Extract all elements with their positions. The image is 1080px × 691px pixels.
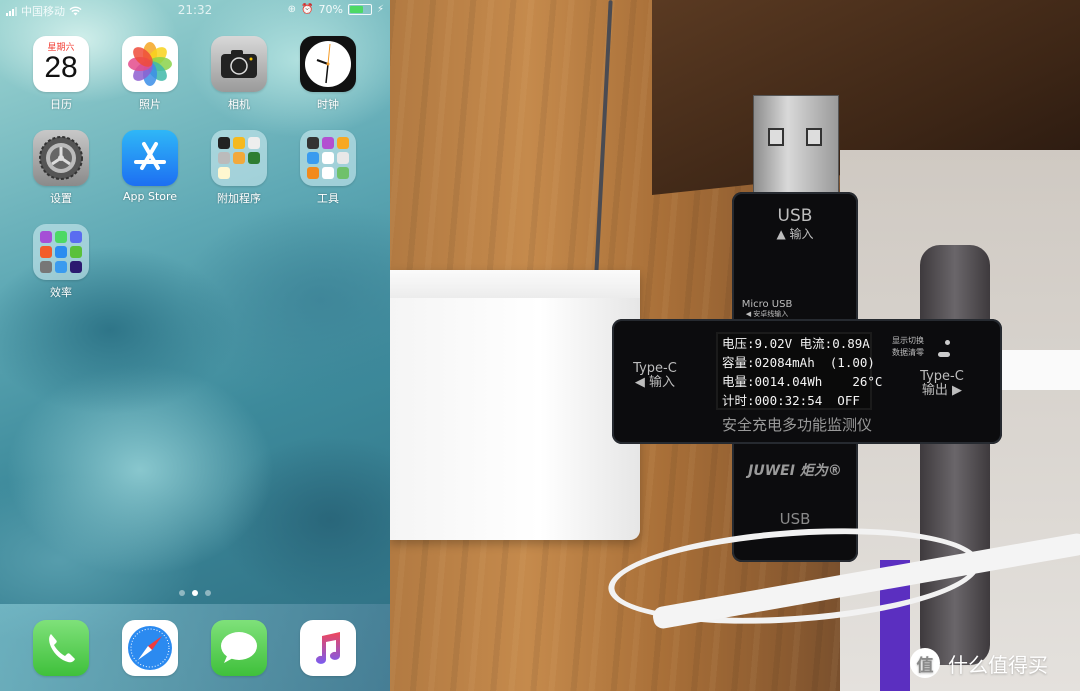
- battery-percent: 70%: [318, 3, 343, 16]
- charger-brick: [390, 270, 640, 540]
- photos-icon: [122, 36, 178, 92]
- folder-tools[interactable]: 工具: [293, 130, 363, 206]
- charging-icon: ⚡: [376, 4, 384, 15]
- orientation-lock-icon: ⊕: [287, 4, 297, 15]
- camera-icon: [211, 36, 267, 92]
- status-bar: 中国移动 21:32 ⊕ ⏰ 70% ⚡: [0, 0, 390, 20]
- settings-gear-icon: [33, 130, 89, 186]
- tester-lcd-screen: 电压:9.02V 电流:0.89A 容量:02084mAh (1.00) 电量:…: [716, 332, 883, 410]
- usb-output-label: USB: [779, 510, 811, 528]
- app-label: 工具: [317, 192, 339, 205]
- charger-top: [390, 270, 640, 298]
- calendar-day: 28: [44, 51, 78, 84]
- calendar-icon: 星期六 28: [33, 36, 89, 92]
- app-clock[interactable]: 时钟: [293, 36, 363, 112]
- type-c-input-label: Type-C ◀ 输入: [633, 361, 677, 390]
- app-label: 日历: [50, 98, 72, 111]
- alarm-icon: ⏰: [301, 4, 314, 15]
- usb-a-plug: [753, 95, 839, 197]
- app-calendar[interactable]: 星期六 28 日历: [26, 36, 96, 112]
- dock-safari[interactable]: [115, 620, 185, 676]
- folder-icon: [211, 130, 267, 186]
- dock-music[interactable]: [293, 620, 363, 676]
- folder-extras[interactable]: 附加程序: [204, 130, 274, 206]
- product-name: 安全充电多功能监测仪: [721, 416, 872, 434]
- app-label: 照片: [139, 98, 161, 111]
- app-camera[interactable]: 相机: [204, 36, 274, 112]
- app-store-icon: [122, 130, 178, 186]
- page-indicator[interactable]: [0, 590, 390, 596]
- page-dot[interactable]: [205, 590, 211, 596]
- folder-icon: [300, 130, 356, 186]
- app-label: 设置: [50, 192, 72, 205]
- clear-button: [938, 352, 950, 357]
- folder-icon: [33, 224, 89, 280]
- brand-logo: JUWEI 炬为®: [748, 463, 842, 479]
- app-label: 效率: [50, 286, 72, 299]
- page-dot-active[interactable]: [192, 590, 198, 596]
- app-settings[interactable]: 设置: [26, 130, 96, 206]
- mode-button: [945, 340, 950, 345]
- dock-phone[interactable]: [26, 620, 96, 676]
- timer-line: 计时:000:32:54 OFF: [722, 393, 860, 408]
- app-label: 附加程序: [217, 192, 261, 205]
- music-note-icon: [300, 620, 356, 676]
- clock-icon: [300, 36, 356, 92]
- watermark: 值 什么值得买: [910, 648, 1048, 678]
- safari-compass-icon: [122, 620, 178, 676]
- app-app-store[interactable]: App Store: [115, 130, 185, 203]
- capacity-line: 容量:02084mAh (1.00): [722, 355, 875, 370]
- dock-messages[interactable]: [204, 620, 274, 676]
- watermark-text: 什么值得买: [948, 652, 1048, 677]
- app-label: 时钟: [317, 98, 339, 111]
- app-label: App Store: [122, 190, 178, 203]
- app-label: 相机: [228, 98, 250, 111]
- folder-productivity[interactable]: 效率: [26, 224, 96, 300]
- dock: [0, 604, 390, 691]
- battery-icon: [347, 4, 372, 15]
- iphone-home-screen: 中国移动 21:32 ⊕ ⏰ 70% ⚡ 星期六 28 日历 照片 相机 时钟 …: [0, 0, 390, 691]
- page-dot[interactable]: [179, 590, 185, 596]
- voltage-current-line: 电压:9.02V 电流:0.89A: [722, 336, 870, 351]
- usb-input-label: USB ▲ 输入: [776, 206, 814, 241]
- phone-icon: [33, 620, 89, 676]
- watermark-logo-icon: 值: [910, 648, 940, 678]
- energy-temperature-line: 电量:0014.04Wh 26°C: [722, 374, 883, 389]
- usb-tester-device: USB ▲ 输入 Micro USB ◀ 安卓线输入 Type-C ◀ 输入 T…: [612, 192, 1002, 562]
- app-photos[interactable]: 照片: [115, 36, 185, 112]
- message-bubble-icon: [211, 620, 267, 676]
- type-c-output-label: Type-C 输出 ▶: [920, 369, 964, 398]
- photo-usb-tester: USB ▲ 输入 Micro USB ◀ 安卓线输入 Type-C ◀ 输入 T…: [390, 0, 1080, 691]
- micro-usb-label: Micro USB ◀ 安卓线输入: [741, 299, 793, 318]
